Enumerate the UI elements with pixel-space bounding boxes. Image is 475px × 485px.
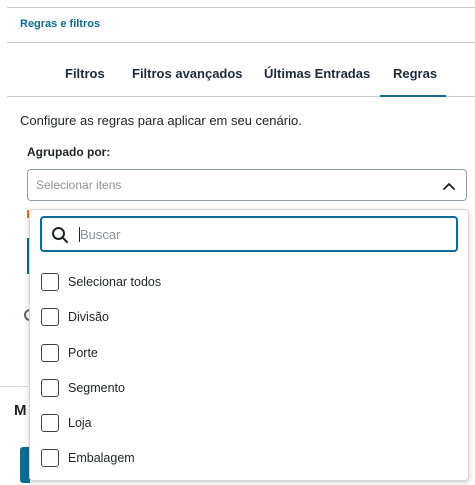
checkbox[interactable] [41,344,59,362]
background-divider [0,386,28,387]
checkbox[interactable] [41,308,59,326]
background-section-title: M [14,402,27,419]
active-tab-indicator [380,95,446,97]
chevron-up-icon[interactable] [442,179,456,193]
search-icon [52,227,68,243]
option-label: Segmento [68,381,125,395]
checkbox[interactable] [41,414,59,432]
option-label: Selecionar todos [68,275,162,289]
checkbox[interactable] [41,379,59,397]
breadcrumb-divider [7,42,475,43]
grouping-select-placeholder: Selecionar itens [36,178,122,192]
dropdown-search-box[interactable] [40,216,458,252]
top-divider [7,7,475,8]
checkbox[interactable] [41,273,59,291]
tab-regras[interactable]: Regras [393,66,437,81]
dropdown-search-input[interactable] [80,224,440,244]
grouping-select[interactable]: Selecionar itens [27,169,467,201]
breadcrumb[interactable]: Regras e filtros [20,18,100,30]
option-label: Loja [68,416,92,430]
tab-filtros[interactable]: Filtros [65,66,105,81]
grouping-dropdown-panel: Selecionar todos Divisão Porte Segmento … [29,209,469,481]
tab-ultimas-entradas[interactable]: Últimas Entradas [264,66,370,81]
option-label: Divisão [68,310,109,324]
option-label: Embalagem [68,451,135,465]
tab-filtros-avancados[interactable]: Filtros avançados [132,66,243,81]
rules-description: Configure as regras para aplicar em seu … [20,113,302,128]
option-label: Porte [68,346,98,360]
grouping-label: Agrupado por: [27,145,111,159]
checkbox[interactable] [41,449,59,467]
